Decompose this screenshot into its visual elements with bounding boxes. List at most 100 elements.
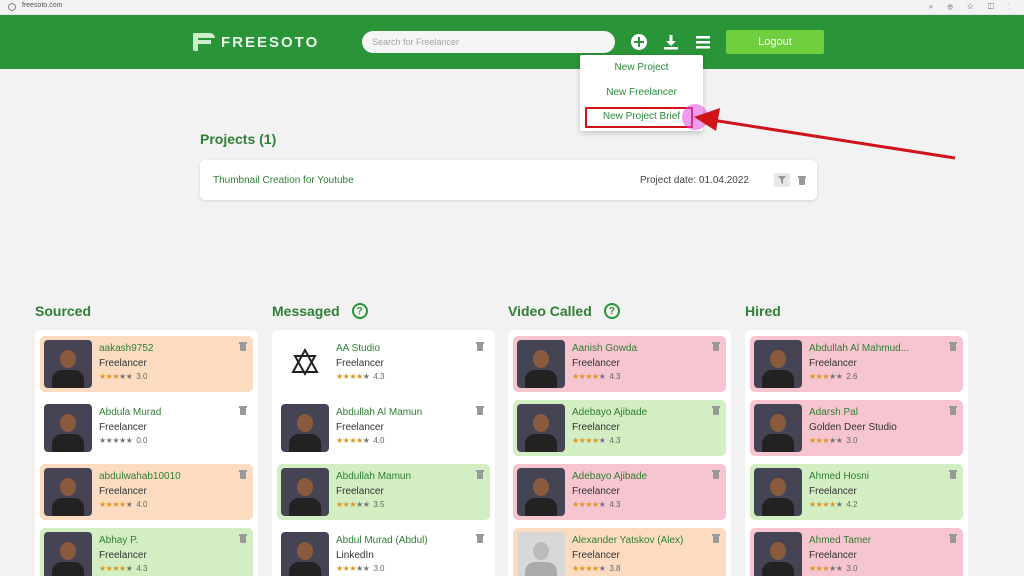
delete-icon[interactable] <box>476 534 484 543</box>
freelancer-role: Freelancer <box>809 550 857 561</box>
delete-icon[interactable] <box>712 534 720 543</box>
delete-icon[interactable] <box>239 470 247 479</box>
star-rating: ★★★★★ 3.0 <box>809 436 858 445</box>
rating-value: 2.6 <box>846 372 858 381</box>
freelancer-card[interactable]: Adarsh Pal Golden Deer Studio ★★★★★ 3.0 <box>750 400 963 456</box>
delete-icon[interactable] <box>712 470 720 479</box>
freelancer-role: Freelancer <box>809 358 857 369</box>
freelancer-card[interactable]: Abhay P. Freelancer ★★★★★ 4.3 <box>40 528 253 576</box>
freelancer-role: Freelancer <box>99 422 147 433</box>
delete-icon[interactable] <box>712 406 720 415</box>
delete-icon[interactable] <box>239 406 247 415</box>
help-icon[interactable]: ? <box>351 303 368 319</box>
address-bar[interactable]: freesoto.com <box>22 2 62 9</box>
add-circle-icon[interactable] <box>630 33 648 51</box>
freelancer-name[interactable]: Abdul Murad (Abdul) <box>336 535 428 546</box>
freelancer-name[interactable]: Adebayo Ajibade <box>572 407 647 418</box>
delete-icon[interactable] <box>949 534 957 543</box>
search-input[interactable] <box>362 31 615 53</box>
freelancer-name[interactable]: Abhay P. <box>99 535 138 546</box>
avatar <box>44 532 92 576</box>
rating-value: 3.5 <box>373 500 385 509</box>
avatar <box>281 532 329 576</box>
freesoto-logo[interactable]: FREESOTO <box>193 32 319 52</box>
freelancer-name[interactable]: Ahmed Hosni <box>809 471 869 482</box>
delete-icon[interactable] <box>476 470 484 479</box>
rating-value: 3.8 <box>609 564 621 573</box>
logo-mark-icon <box>193 33 217 51</box>
avatar <box>281 468 329 516</box>
freelancer-card[interactable]: Alexander Yatskov (Alex) Freelancer ★★★★★ 3… <box>513 528 726 576</box>
star-rating: ★★★★★ 4.3 <box>336 372 385 381</box>
freelancer-name[interactable]: Abdullah Mamun <box>336 471 411 482</box>
freelancer-card[interactable]: Abdullah Al Mahmud... Freelancer ★★★★★ 2.6 <box>750 336 963 392</box>
avatar <box>754 468 802 516</box>
rating-value: 3.0 <box>846 436 858 445</box>
freelancer-card[interactable]: Adebayo Ajibade Freelancer ★★★★★ 4.3 <box>513 400 726 456</box>
freelancer-name[interactable]: aakash9752 <box>99 343 154 354</box>
freelancer-card[interactable]: Abdullah Al Mamun Freelancer ★★★★★ 4.0 <box>277 400 490 456</box>
freelancer-name[interactable]: Abdullah Al Mahmud... <box>809 343 909 354</box>
freelancer-name[interactable]: Abdula Murad <box>99 407 161 418</box>
rating-value: 4.0 <box>373 436 385 445</box>
delete-icon[interactable] <box>949 406 957 415</box>
rating-value: 3.0 <box>136 372 148 381</box>
freelancer-card[interactable]: Aanish Gowda Freelancer ★★★★★ 4.3 <box>513 336 726 392</box>
freelancer-card[interactable]: abdulwahab10010 Freelancer ★★★★★ 4.0 <box>40 464 253 520</box>
star-rating: ★★★★★ 4.3 <box>99 564 148 573</box>
freelancer-name[interactable]: Alexander Yatskov (Alex) <box>572 535 683 546</box>
rating-value: 3.0 <box>373 564 385 573</box>
freelancer-name[interactable]: Adebayo Ajibade <box>572 471 647 482</box>
freelancer-name[interactable]: Ahmed Tamer <box>809 535 871 546</box>
delete-icon[interactable] <box>476 342 484 351</box>
project-name[interactable]: Thumbnail Creation for Youtube <box>213 175 354 186</box>
star-rating: ★★★★★ 3.5 <box>336 500 385 509</box>
rating-value: 3.0 <box>846 564 858 573</box>
avatar <box>44 404 92 452</box>
delete-icon[interactable] <box>239 342 247 351</box>
download-icon[interactable] <box>662 33 680 51</box>
hamburger-menu-icon[interactable] <box>694 33 712 51</box>
menu-item-new-freelancer[interactable]: New Freelancer <box>580 87 703 98</box>
star-rating: ★★★★★ 4.3 <box>572 436 621 445</box>
project-date: Project date: 01.04.2022 <box>640 175 749 186</box>
help-icon[interactable]: ? <box>603 303 620 319</box>
delete-icon[interactable] <box>949 342 957 351</box>
freelancer-name[interactable]: abdulwahab10010 <box>99 471 181 482</box>
freelancer-card[interactable]: Ahmed Hosni Freelancer ★★★★★ 4.2 <box>750 464 963 520</box>
column-video-called: Aanish Gowda Freelancer ★★★★★ 4.3 Adebayo Aj… <box>508 330 731 576</box>
rating-value: 4.3 <box>373 372 385 381</box>
cursor-highlight <box>682 104 708 130</box>
freelancer-card[interactable]: Abdullah Mamun Freelancer ★★★★★ 3.5 <box>277 464 490 520</box>
browser-action-icons[interactable]: ⌕ ⊕ ☆ ◫ ⋮ <box>929 2 1016 12</box>
freelancer-card[interactable]: Abdul Murad (Abdul) LinkedIn ★★★★★ 3.0 <box>277 528 490 576</box>
freelancer-card[interactable]: aakash9752 Freelancer ★★★★★ 3.0 <box>40 336 253 392</box>
filter-icon[interactable] <box>774 173 790 187</box>
menu-item-new-project[interactable]: New Project <box>580 62 703 73</box>
freelancer-card[interactable]: Ahmed Tamer Freelancer ★★★★★ 3.0 <box>750 528 963 576</box>
logout-button[interactable]: Logout <box>726 30 824 54</box>
freelancer-name[interactable]: Adarsh Pal <box>809 407 858 418</box>
freelancer-card[interactable]: Abdula Murad Freelancer ★★★★★ 0.0 <box>40 400 253 456</box>
star-rating: ★★★★★ 4.0 <box>336 436 385 445</box>
freelancer-card[interactable]: Adebayo Ajibade Freelancer ★★★★★ 4.3 <box>513 464 726 520</box>
avatar <box>44 468 92 516</box>
project-card[interactable]: Thumbnail Creation for Youtube Project d… <box>200 160 817 200</box>
freelancer-name[interactable]: AA Studio <box>336 343 380 354</box>
delete-icon[interactable] <box>712 342 720 351</box>
freelancer-role: Freelancer <box>336 486 384 497</box>
delete-icon[interactable] <box>476 406 484 415</box>
freelancer-card[interactable]: AA Studio Freelancer ★★★★★ 4.3 <box>277 336 490 392</box>
column-sourced: aakash9752 Freelancer ★★★★★ 3.0 Abdula Murad… <box>35 330 258 576</box>
delete-icon[interactable] <box>949 470 957 479</box>
freelancer-name[interactable]: Abdullah Al Mamun <box>336 407 422 418</box>
delete-icon[interactable] <box>239 534 247 543</box>
project-delete-icon[interactable] <box>798 176 806 185</box>
star-rating: ★★★★★ 4.3 <box>572 372 621 381</box>
freelancer-name[interactable]: Aanish Gowda <box>572 343 637 354</box>
star-rating: ★★★★★ 3.0 <box>336 564 385 573</box>
rating-value: 4.2 <box>846 500 858 509</box>
annotation-highlight-box <box>585 107 693 128</box>
star-rating: ★★★★★ 4.2 <box>809 500 858 509</box>
site-info-icon[interactable] <box>8 3 16 11</box>
